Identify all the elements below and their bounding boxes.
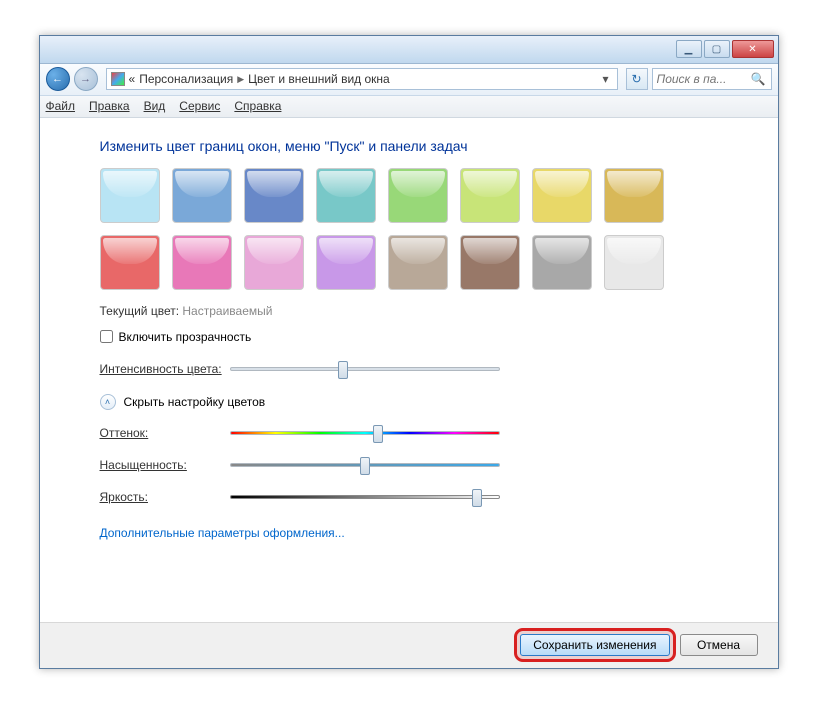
color-swatch[interactable] [172,235,232,290]
transparency-checkbox[interactable] [100,330,113,343]
search-input[interactable] [657,72,747,86]
color-settings-toggle[interactable]: ˄ Скрыть настройку цветов [100,394,738,410]
transparency-label: Включить прозрачность [119,330,252,344]
saturation-label: Насыщенность: [100,458,230,472]
color-swatch[interactable] [244,168,304,223]
search-box[interactable]: 🔍 [652,68,772,90]
menu-tools[interactable]: Сервис [179,99,220,113]
hue-row: Оттенок: [100,426,738,440]
brightness-row: Яркость: [100,490,738,504]
personalization-icon [111,72,125,86]
save-button[interactable]: Сохранить изменения [520,634,669,656]
color-swatch[interactable] [316,235,376,290]
brightness-label: Яркость: [100,490,230,504]
color-swatch[interactable] [172,168,232,223]
current-color-label: Текущий цвет: [100,304,180,318]
search-icon: 🔍 [751,72,766,86]
color-swatch[interactable] [244,235,304,290]
color-swatch[interactable] [388,235,448,290]
menu-bar: Файл Правка Вид Сервис Справка [40,96,778,118]
saturation-row: Насыщенность: [100,458,738,472]
color-swatch[interactable] [388,168,448,223]
forward-button[interactable]: → [74,67,98,91]
toggle-label: Скрыть настройку цветов [124,395,266,409]
menu-file[interactable]: Файл [46,99,76,113]
intensity-label: Интенсивность цвета: [100,362,230,376]
hue-label: Оттенок: [100,426,230,440]
menu-view[interactable]: Вид [144,99,166,113]
cancel-button[interactable]: Отмена [680,634,758,656]
color-swatch[interactable] [460,168,520,223]
advanced-settings-link[interactable]: Дополнительные параметры оформления... [100,526,345,540]
menu-help[interactable]: Справка [234,99,281,113]
breadcrumb-prefix: « [129,72,136,86]
color-swatch[interactable] [316,168,376,223]
minimize-button[interactable]: ▁ [676,40,702,58]
address-bar[interactable]: « Персонализация ▶ Цвет и внешний вид ок… [106,68,618,90]
maximize-button[interactable]: ▢ [704,40,730,58]
intensity-thumb[interactable] [338,361,348,379]
current-color-value: Настраиваемый [182,304,272,318]
color-swatch[interactable] [604,168,664,223]
brightness-thumb[interactable] [472,489,482,507]
color-swatch[interactable] [604,235,664,290]
color-swatch[interactable] [532,168,592,223]
breadcrumb-current[interactable]: Цвет и внешний вид окна [248,72,390,86]
transparency-row: Включить прозрачность [100,330,738,344]
close-button[interactable]: ✕ [732,40,774,58]
chevron-up-icon: ˄ [100,394,116,410]
window-frame: ▁ ▢ ✕ ← → « Персонализация ▶ Цвет и внеш… [39,35,779,669]
color-swatch-grid [100,168,720,290]
saturation-thumb[interactable] [360,457,370,475]
address-dropdown-icon[interactable]: ▾ [599,72,613,86]
chevron-right-icon: ▶ [237,74,244,85]
hue-thumb[interactable] [373,425,383,443]
intensity-row: Интенсивность цвета: [100,362,738,376]
refresh-button[interactable]: ↻ [626,68,648,90]
saturation-slider[interactable] [230,463,500,467]
menu-edit[interactable]: Правка [89,99,130,113]
hue-slider[interactable] [230,431,500,435]
breadcrumb-parent[interactable]: Персонализация [139,72,233,86]
color-swatch[interactable] [460,235,520,290]
color-swatch[interactable] [532,235,592,290]
intensity-slider[interactable] [230,367,500,371]
color-swatch[interactable] [100,168,160,223]
back-button[interactable]: ← [46,67,70,91]
footer-bar: Сохранить изменения Отмена [40,622,778,668]
current-color-row: Текущий цвет: Настраиваемый [100,304,738,318]
content-area: Изменить цвет границ окон, меню "Пуск" и… [40,118,778,622]
color-swatch[interactable] [100,235,160,290]
nav-toolbar: ← → « Персонализация ▶ Цвет и внешний ви… [40,64,778,96]
page-title: Изменить цвет границ окон, меню "Пуск" и… [100,138,738,154]
titlebar: ▁ ▢ ✕ [40,36,778,64]
brightness-slider[interactable] [230,495,500,499]
